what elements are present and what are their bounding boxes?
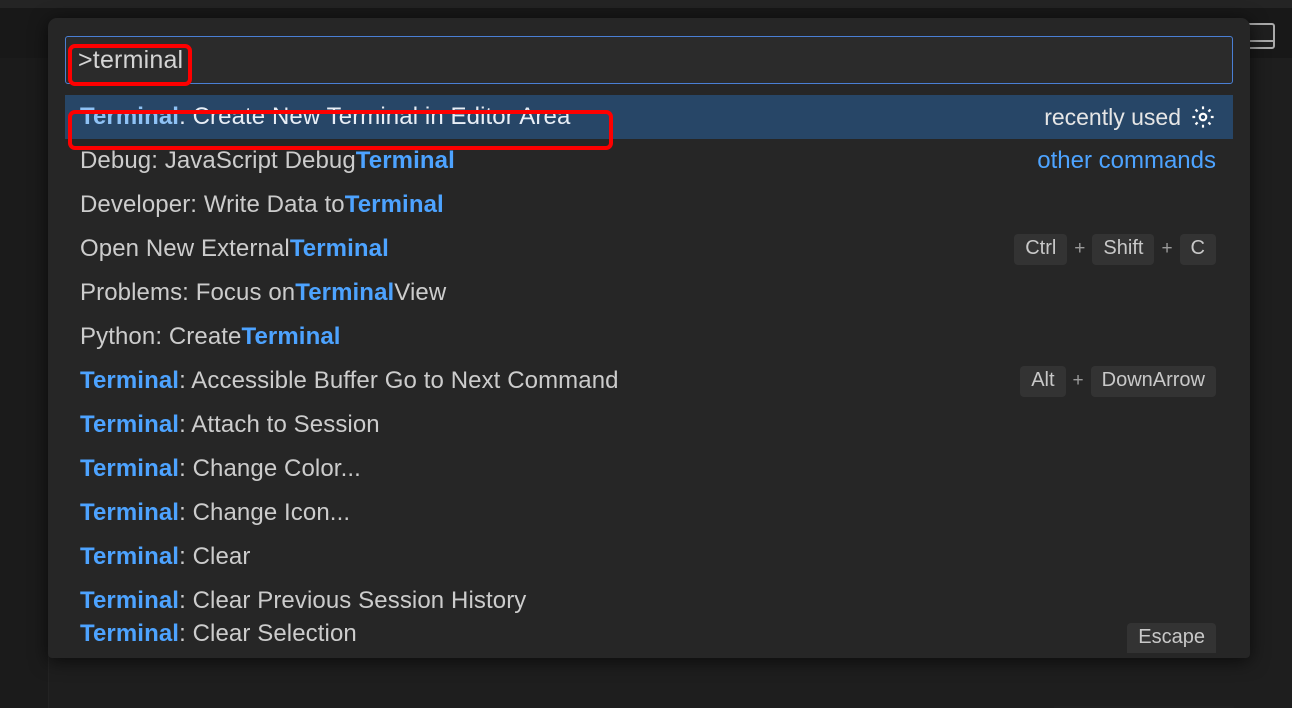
command-label-suffix: : Clear	[179, 543, 251, 570]
keybinding: Escape	[1127, 623, 1216, 653]
command-label-prefix: Python: Create	[80, 323, 242, 350]
command-list-item[interactable]: Python: Create Terminal	[65, 315, 1233, 359]
command-list-item[interactable]: Terminal: Accessible Buffer Go to Next C…	[65, 359, 1233, 403]
command-list-item[interactable]: Terminal: Clear Previous Session History	[65, 579, 1233, 623]
command-label-suffix: View	[394, 279, 447, 306]
group-label-other-commands: other commands	[1037, 147, 1216, 174]
keybinding: Ctrl + Shift + C	[1014, 233, 1216, 265]
command-label-prefix: Debug: JavaScript Debug	[80, 147, 356, 174]
command-label: Terminal: Accessible Buffer Go to Next C…	[80, 367, 619, 395]
command-label: Python: Create Terminal	[80, 323, 341, 351]
command-row-right: recently used	[1044, 104, 1216, 131]
command-label-suffix: : Clear Previous Session History	[179, 587, 527, 614]
command-label-match: Terminal	[355, 147, 455, 174]
command-label: Terminal: Clear Previous Session History	[80, 587, 526, 615]
keybinding-key: C	[1179, 233, 1216, 265]
command-label-suffix: : Attach to Session	[179, 411, 380, 438]
command-label-match: Terminal	[80, 623, 180, 647]
command-label-match: Terminal	[80, 587, 180, 614]
command-list-item[interactable]: Terminal: Attach to Session	[65, 403, 1233, 447]
command-label-match: Terminal	[80, 499, 180, 526]
keybinding-separator: +	[1072, 370, 1084, 391]
command-label-suffix: : Change Color...	[179, 455, 361, 482]
command-label-match: Terminal	[80, 543, 180, 570]
command-label-match: Terminal	[80, 367, 180, 394]
command-label-match: Terminal	[289, 235, 389, 262]
command-list-item[interactable]: Terminal: Change Color...	[65, 447, 1233, 491]
command-list-item[interactable]: Developer: Write Data to Terminal	[65, 183, 1233, 227]
command-label-suffix: : Clear Selection	[179, 623, 357, 647]
command-row-right: Alt + DownArrow	[1020, 365, 1216, 397]
command-list-item[interactable]: Terminal: Change Icon...	[65, 491, 1233, 535]
title-bar	[0, 0, 1292, 8]
keybinding-separator: +	[1161, 238, 1173, 259]
gear-icon[interactable]	[1190, 104, 1216, 130]
command-label-match: Terminal	[80, 411, 180, 438]
command-label-prefix: Developer: Write Data to	[80, 191, 345, 218]
command-label-prefix: Problems: Focus on	[80, 279, 296, 306]
command-label: Terminal: Clear	[80, 543, 250, 571]
command-label: Debug: JavaScript Debug Terminal	[80, 147, 455, 175]
command-label-suffix: : Accessible Buffer Go to Next Command	[179, 367, 619, 394]
command-label: Terminal: Create New Terminal in Editor …	[80, 103, 570, 131]
keybinding-separator: +	[1074, 238, 1086, 259]
keybinding-key: Shift	[1092, 233, 1155, 265]
command-label: Terminal: Attach to Session	[80, 411, 380, 439]
command-list-item[interactable]: Terminal: Clear	[65, 535, 1233, 579]
command-label: Terminal: Change Icon...	[80, 499, 350, 527]
command-label-match: Terminal	[344, 191, 444, 218]
keybinding: Alt + DownArrow	[1020, 365, 1216, 397]
command-list-item[interactable]: Terminal: Clear Selection Escape	[65, 623, 1233, 653]
command-list-item[interactable]: Terminal: Create New Terminal in Editor …	[65, 95, 1233, 139]
command-list-item[interactable]: Open New External Terminal Ctrl + Shift + C	[65, 227, 1233, 271]
keybinding-key: DownArrow	[1090, 365, 1216, 397]
keybinding-key: Ctrl	[1014, 233, 1068, 265]
command-list-item[interactable]: Debug: JavaScript Debug Terminal other co…	[65, 139, 1233, 183]
keybinding-key: Escape	[1127, 623, 1216, 653]
screen-root: >terminal Terminal: Create New Terminal …	[0, 0, 1292, 708]
command-label-match: Terminal	[80, 103, 180, 130]
command-list: Terminal: Create New Terminal in Editor …	[65, 95, 1233, 653]
command-label-suffix: : Create New Terminal in Editor Area	[179, 103, 571, 130]
command-label-match: Terminal	[241, 323, 341, 350]
keybinding-key: Alt	[1020, 365, 1066, 397]
command-palette-input-value: >terminal	[78, 45, 184, 74]
command-label-prefix: Open New External	[80, 235, 290, 262]
command-label: Terminal: Clear Selection	[80, 623, 357, 646]
group-label-recently-used: recently used	[1044, 103, 1181, 130]
command-row-right: other commands	[1037, 147, 1216, 175]
command-label: Open New External Terminal	[80, 235, 389, 263]
command-label: Developer: Write Data to Terminal	[80, 191, 444, 219]
command-palette-input[interactable]: >terminal	[65, 36, 1233, 84]
command-label-match: Terminal	[80, 455, 180, 482]
activity-bar	[0, 58, 49, 708]
command-row-right: Escape	[1127, 623, 1216, 653]
command-row-right: Ctrl + Shift + C	[1014, 233, 1216, 265]
command-label-match: Terminal	[295, 279, 395, 306]
command-list-item[interactable]: Problems: Focus on Terminal View	[65, 271, 1233, 315]
command-label: Terminal: Change Color...	[80, 455, 361, 483]
command-label-suffix: : Change Icon...	[179, 499, 351, 526]
command-palette: >terminal Terminal: Create New Terminal …	[48, 18, 1250, 658]
command-label: Problems: Focus on Terminal View	[80, 279, 446, 307]
